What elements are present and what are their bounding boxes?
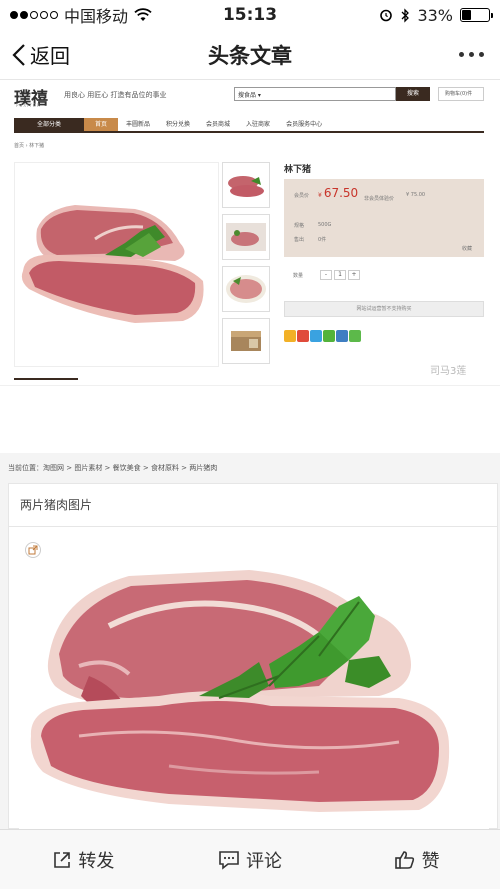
menu-item: 全部分类 xyxy=(14,118,84,131)
quantity-value: 1 xyxy=(334,270,346,280)
bottom-toolbar: 转发 评论 赞 xyxy=(0,829,500,889)
search-select: 搜食品 ▾ xyxy=(238,92,261,99)
shop-menu: 全部分类 首页 丰圆新品 积分兑换 会员商城 入驻商家 会员服务中心 xyxy=(14,118,484,133)
divider xyxy=(9,526,497,527)
price-panel: 会员价 ¥67.50 非会员体验价 ¥ 75.00 规格 500G 售出 0件 … xyxy=(284,179,484,257)
favorite-link: 收藏 xyxy=(462,246,473,252)
menu-item: 积分兑换 xyxy=(166,121,191,128)
share-icon xyxy=(25,542,41,558)
quantity-label: 数量 xyxy=(293,273,304,279)
tencent-weibo-icon xyxy=(310,330,322,342)
product-thumbnails xyxy=(222,162,272,370)
status-bar: 中国移动 15:13 33% xyxy=(0,0,500,30)
thumbnail xyxy=(222,318,270,364)
menu-item: 会员商城 xyxy=(206,121,231,128)
thumbnail xyxy=(222,162,270,208)
weibo-watermark: 司马3莲 xyxy=(430,366,467,377)
quantity-minus: - xyxy=(320,270,332,280)
navigation-bar: 返回 头条文章 xyxy=(0,30,500,80)
thumbs-up-icon xyxy=(394,850,414,869)
signal-strength-icon xyxy=(10,11,58,19)
comment-button[interactable]: 评论 xyxy=(167,830,334,889)
weibo-icon xyxy=(297,330,309,342)
bluetooth-icon xyxy=(401,7,410,23)
quantity-plus: + xyxy=(348,270,360,280)
forward-button[interactable]: 转发 xyxy=(0,830,167,889)
non-member-price: ¥ 75.00 xyxy=(406,192,426,198)
menu-item: 会员服务中心 xyxy=(286,121,323,128)
social-share-icons xyxy=(284,330,361,342)
more-share-icon xyxy=(349,330,361,342)
more-button[interactable] xyxy=(459,52,484,57)
wechat-icon xyxy=(323,330,335,342)
battery-percent: 33% xyxy=(417,5,453,25)
chevron-left-icon xyxy=(12,43,25,66)
back-label: 返回 xyxy=(30,44,70,68)
member-price: ¥67.50 xyxy=(318,186,359,200)
gallery-card: 两片猪肉图片 xyxy=(8,483,498,829)
like-label: 赞 xyxy=(421,850,440,872)
unavailable-buy-button: 网站试运营暂不支持购买 xyxy=(284,301,484,317)
comment-icon xyxy=(219,850,239,870)
back-button[interactable]: 返回 xyxy=(12,40,70,69)
battery-icon xyxy=(460,8,493,22)
gallery-breadcrumb: 当前位置：淘图网 > 图片素材 > 餐饮美食 > 食材原料 > 两片猪肉 xyxy=(8,464,218,472)
status-left: 中国移动 xyxy=(10,3,152,27)
status-right: 33% xyxy=(379,5,493,25)
battery-fill xyxy=(462,10,471,20)
pork-chop-image xyxy=(21,205,204,323)
gallery-title: 两片猪肉图片 xyxy=(20,498,93,512)
sold-value: 0件 xyxy=(318,237,327,243)
menu-item: 丰圆新品 xyxy=(126,121,151,128)
non-member-price-label: 非会员体验价 xyxy=(364,196,395,202)
forward-icon xyxy=(54,851,71,868)
tab-underline xyxy=(14,378,78,380)
shop-cart: 购物车(0)件 xyxy=(438,87,484,101)
shop-search-input: 搜食品 ▾ xyxy=(234,87,396,101)
carrier-name: 中国移动 xyxy=(64,7,129,26)
qzone-icon xyxy=(284,330,296,342)
shop-screenshot: 璞禧 PUXITOR 用良心 用匠心 打造有品位的事业 搜食品 ▾ 搜索 购物车… xyxy=(0,80,500,385)
more-dot xyxy=(469,52,474,57)
sold-label: 售出 xyxy=(294,237,305,243)
two-pork-slices-image xyxy=(19,536,489,829)
thumbnail xyxy=(222,266,270,312)
product-name: 林下猪 xyxy=(284,165,312,175)
member-price-label: 会员价 xyxy=(294,193,310,199)
alarm-icon xyxy=(380,9,393,22)
wifi-icon xyxy=(134,8,152,21)
article-spacer xyxy=(0,385,500,453)
menu-item: 首页 xyxy=(84,118,118,131)
member-price-value: 67.50 xyxy=(323,186,359,200)
shop-slogan: 用良心 用匠心 打造有品位的事业 xyxy=(64,91,167,99)
like-button[interactable]: 赞 xyxy=(333,830,500,889)
forward-label: 转发 xyxy=(78,850,115,872)
stock-image-screenshot: 当前位置：淘图网 > 图片素材 > 餐饮美食 > 食材原料 > 两片猪肉 两片猪… xyxy=(0,453,500,829)
spec-value: 500G xyxy=(318,222,332,228)
menu-item: 入驻商家 xyxy=(246,121,271,128)
renren-icon xyxy=(336,330,348,342)
comment-label: 评论 xyxy=(246,850,282,872)
thumbnail xyxy=(222,214,270,260)
more-dot xyxy=(459,52,464,57)
shop-search-button: 搜索 xyxy=(396,87,430,101)
page-title: 头条文章 xyxy=(208,43,292,68)
shop-logo-sub: PUXITOR xyxy=(16,103,41,108)
more-dot xyxy=(479,52,484,57)
shop-breadcrumb: 首页 › 林下猪 xyxy=(14,143,45,149)
spec-label: 规格 xyxy=(294,223,305,229)
product-main-image xyxy=(14,162,219,367)
